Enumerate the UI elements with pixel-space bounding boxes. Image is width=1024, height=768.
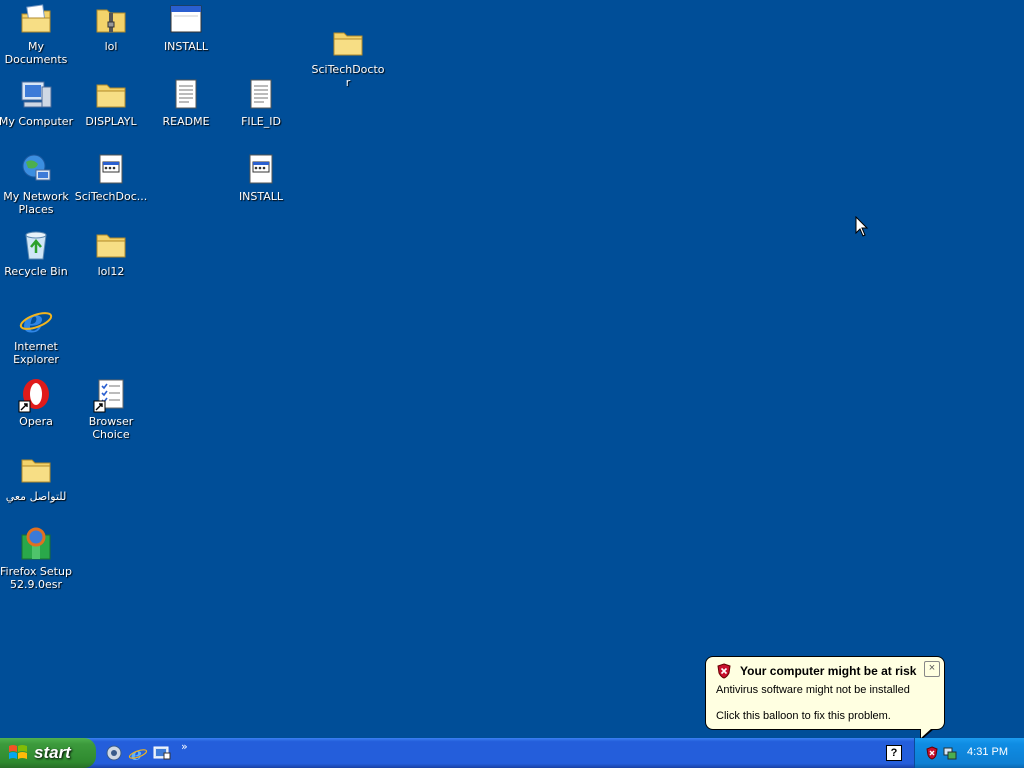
- desktop-icon-displayl[interactable]: DISPLAYL: [73, 77, 149, 128]
- desktop-icon-my-documents[interactable]: My Documents: [0, 2, 74, 66]
- balloon-close-button[interactable]: ×: [924, 661, 940, 677]
- security-shield-icon: [717, 663, 731, 679]
- settings-file-icon: [243, 152, 279, 188]
- desktop-icon-my-network-places[interactable]: My Network Places: [0, 152, 74, 216]
- desktop-icon-label: للتواصل معي: [5, 490, 67, 503]
- network-icon: [18, 152, 54, 188]
- taskbar: start e »: [0, 738, 1024, 768]
- help-icon[interactable]: ?: [886, 745, 902, 761]
- balloon-message: Antivirus software might not be installe…: [716, 684, 910, 696]
- internet-explorer-icon: e: [18, 302, 54, 338]
- start-button[interactable]: start: [0, 738, 96, 768]
- balloon-title: Your computer might be at risk: [740, 664, 917, 678]
- desktop-icon-label: Recycle Bin: [4, 265, 68, 278]
- desktop-icon-install-settings[interactable]: INSTALL: [223, 152, 299, 203]
- desktop-icon-readme[interactable]: README: [148, 77, 224, 128]
- desktop-icon-label: lol: [104, 40, 118, 53]
- balloon-tail-fill: [921, 728, 932, 738]
- opera-icon: [18, 377, 54, 413]
- desktop-icon-scitechdoctor-folder[interactable]: SciTechDoctor: [310, 25, 386, 89]
- folder-icon: [93, 227, 129, 263]
- zip-folder-icon: [93, 2, 129, 38]
- desktop-icon-label: SciTechDoctor: [311, 63, 385, 89]
- start-label: start: [34, 743, 71, 762]
- windows-flag-icon: [9, 745, 27, 759]
- recycle-bin-icon: [18, 227, 54, 263]
- desktop-icon-label: DISPLAYL: [85, 115, 137, 128]
- desktop-icon-label: Firefox Setup 52.9.0esr: [0, 565, 72, 591]
- folder-icon: [93, 77, 129, 113]
- desktop-icon-arabic-folder[interactable]: للتواصل معي: [0, 452, 74, 503]
- desktop-icon-label: My Network Places: [3, 190, 69, 216]
- desktop-icon-scitechdoc-file[interactable]: SciTechDoc...: [73, 152, 149, 203]
- desktop-icon-label: My Documents: [4, 40, 68, 66]
- quick-launch-bar: e: [104, 743, 172, 763]
- balloon-title-row: Your computer might be at risk: [716, 663, 916, 679]
- desktop-icon-install-app[interactable]: INSTALL: [148, 2, 224, 53]
- system-tray: 4:31 PM: [914, 738, 1024, 768]
- desktop-icon-firefox-setup[interactable]: Firefox Setup 52.9.0esr: [0, 527, 74, 591]
- desktop-icon-label: Opera: [19, 415, 53, 428]
- checklist-icon: [93, 377, 129, 413]
- folder-icon: [330, 25, 366, 61]
- window-app-icon: [168, 2, 204, 38]
- svg-text:e: e: [131, 745, 142, 763]
- desktop-icon-label: SciTechDoc...: [74, 190, 148, 203]
- desktop-icon-label: README: [162, 115, 210, 128]
- desktop-icon-file-id[interactable]: FILE_ID: [223, 77, 299, 128]
- quicklaunch-overflow-chevron[interactable]: »: [181, 740, 188, 753]
- tray-network-icon[interactable]: [943, 746, 957, 760]
- quicklaunch-show-desktop-icon[interactable]: [152, 743, 172, 763]
- desktop-icon-label: INSTALL: [163, 40, 209, 53]
- text-file-icon: [168, 77, 204, 113]
- mouse-cursor-icon: [855, 216, 869, 237]
- quicklaunch-internet-explorer-icon[interactable]: e: [128, 743, 148, 763]
- security-alert-balloon[interactable]: Your computer might be at risk Antivirus…: [705, 656, 945, 730]
- desktop-icon-label: Internet Explorer: [13, 340, 59, 366]
- installer-icon: [18, 527, 54, 563]
- desktop-icon-label: lol12: [97, 265, 125, 278]
- settings-file-icon: [93, 152, 129, 188]
- desktop-icon-label: INSTALL: [238, 190, 284, 203]
- desktop-icon-internet-explorer[interactable]: e Internet Explorer: [0, 302, 74, 366]
- quicklaunch-settings-icon[interactable]: [104, 743, 124, 763]
- desktop-icon-lol[interactable]: lol: [73, 2, 149, 53]
- desktop-icon-my-computer[interactable]: My Computer: [0, 77, 74, 128]
- desktop-icon-label: Browser Choice: [88, 415, 134, 441]
- tray-security-alert-icon[interactable]: [925, 746, 939, 760]
- desktop-icon-recycle-bin[interactable]: Recycle Bin: [0, 227, 74, 278]
- taskbar-clock[interactable]: 4:31 PM: [967, 746, 1008, 758]
- folder-icon: [18, 452, 54, 488]
- desktop-icon-lol12[interactable]: lol12: [73, 227, 149, 278]
- desktop-icon-browser-choice[interactable]: Browser Choice: [73, 377, 149, 441]
- desktop: My Documents lol INSTALL SciTechDoctor M…: [0, 0, 1024, 738]
- balloon-action-text: Click this balloon to fix this problem.: [716, 710, 891, 722]
- desktop-icon-label: My Computer: [0, 115, 74, 128]
- my-documents-icon: [18, 2, 54, 38]
- desktop-icon-label: FILE_ID: [241, 115, 281, 128]
- my-computer-icon: [18, 77, 54, 113]
- text-file-icon: [243, 77, 279, 113]
- desktop-icon-opera[interactable]: Opera: [0, 377, 74, 428]
